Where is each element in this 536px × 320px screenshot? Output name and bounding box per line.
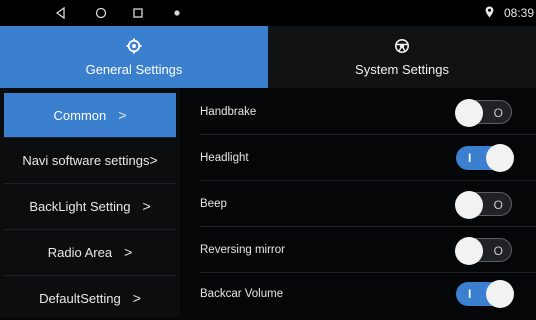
setting-row-reversing-mirror: Reversing mirror O: [200, 228, 516, 272]
settings-list: Handbrake O Headlight I Beep O Reversing…: [180, 88, 536, 317]
setting-label: Handbrake: [200, 106, 257, 118]
menu-item-default-setting[interactable]: DefaultSetting >: [4, 276, 176, 320]
tab-label: General Settings: [85, 61, 183, 77]
toggle-knob: [455, 191, 483, 219]
car-wheel-icon: [393, 38, 411, 59]
location-pin-icon: [485, 6, 494, 21]
chevron-right-icon: >: [142, 198, 151, 214]
setting-row-headlight: Headlight I: [200, 136, 516, 180]
menu-item-label: DefaultSetting: [39, 290, 121, 306]
toggle-knob: [455, 99, 483, 127]
setting-row-backcar-volume: Backcar Volume I: [200, 272, 516, 316]
setting-label: Headlight: [200, 152, 249, 164]
setting-label: Reversing mirror: [200, 244, 285, 256]
chevron-right-icon: >: [132, 290, 141, 306]
gear-icon: [126, 38, 142, 59]
headlight-toggle[interactable]: I: [456, 144, 514, 172]
toggle-off-mark: O: [493, 198, 503, 212]
recents-icon[interactable]: [127, 0, 149, 26]
toggle-knob: [486, 280, 514, 308]
status-right: 08:39: [485, 0, 536, 26]
reversing-mirror-toggle[interactable]: O: [455, 237, 512, 265]
setting-row-beep: Beep O: [200, 182, 516, 226]
tab-system-settings[interactable]: System Settings: [268, 26, 536, 88]
menu-item-label: Navi software settings: [22, 152, 150, 168]
menu-item-label: Common: [53, 107, 107, 123]
settings-menu: Common > Navi software settings > BackLi…: [0, 88, 180, 317]
setting-label: Beep: [200, 198, 227, 210]
status-bar: 08:39: [0, 0, 536, 26]
menu-item-radio-area[interactable]: Radio Area >: [4, 230, 176, 274]
row-divider: [200, 226, 536, 227]
toggle-on-mark: I: [468, 287, 472, 301]
chevron-right-icon: >: [124, 244, 133, 260]
row-divider: [200, 134, 536, 135]
tab-label: System Settings: [355, 61, 449, 77]
menu-item-backlight-setting[interactable]: BackLight Setting >: [4, 184, 176, 228]
toggle-off-mark: O: [493, 106, 503, 120]
backcar-volume-toggle[interactable]: I: [456, 280, 514, 308]
notification-dot-icon: [170, 0, 184, 26]
tab-general-settings[interactable]: General Settings: [0, 26, 268, 88]
menu-item-common[interactable]: Common >: [4, 93, 176, 137]
menu-item-navi-software-settings[interactable]: Navi software settings >: [4, 138, 176, 182]
handbrake-toggle[interactable]: O: [455, 99, 512, 127]
settings-tabs: General Settings System Settings: [0, 26, 536, 88]
home-icon[interactable]: [90, 0, 112, 26]
row-divider: [200, 180, 536, 181]
clock-time: 08:39: [504, 6, 534, 20]
beep-toggle[interactable]: O: [455, 191, 512, 219]
back-icon[interactable]: [50, 0, 72, 26]
toggle-knob: [486, 144, 514, 172]
menu-item-label: BackLight Setting: [29, 198, 131, 214]
toggle-knob: [455, 237, 483, 265]
setting-row-handbrake: Handbrake O: [200, 90, 516, 134]
chevron-right-icon: >: [118, 107, 127, 123]
menu-item-label: Radio Area: [47, 244, 113, 260]
setting-label: Backcar Volume: [200, 288, 284, 300]
toggle-off-mark: O: [493, 244, 503, 258]
toggle-on-mark: I: [468, 151, 472, 165]
chevron-right-icon: >: [149, 152, 158, 168]
